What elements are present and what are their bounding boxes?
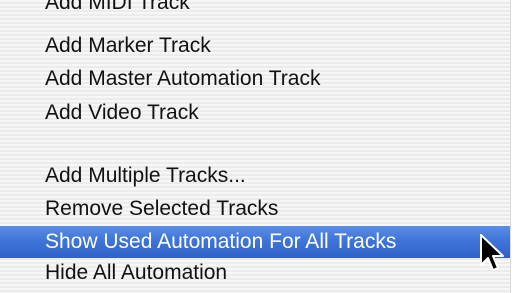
menu-separator	[0, 134, 510, 154]
menu-item-add-video-track[interactable]: Add Video Track	[0, 97, 510, 129]
menu-item-add-marker-track[interactable]: Add Marker Track	[0, 30, 510, 62]
screenshot-stage: Add MIDI Track Add Marker Track Add Mast…	[0, 0, 532, 293]
menu-item-remove-selected-tracks[interactable]: Remove Selected Tracks	[0, 193, 510, 225]
menu-item-add-master-automation-track[interactable]: Add Master Automation Track	[0, 63, 510, 95]
menu-item-add-midi-track[interactable]: Add MIDI Track	[0, 0, 510, 19]
menu-item-show-used-automation[interactable]: Show Used Automation For All Tracks	[0, 226, 510, 258]
menu-item-hide-all-automation[interactable]: Hide All Automation	[0, 257, 510, 289]
menu-edge	[510, 0, 511, 293]
arrow-pointer-icon	[480, 234, 504, 271]
menu-item-add-multiple-tracks[interactable]: Add Multiple Tracks...	[0, 160, 510, 192]
track-menu: Add MIDI Track Add Marker Track Add Mast…	[0, 0, 510, 293]
